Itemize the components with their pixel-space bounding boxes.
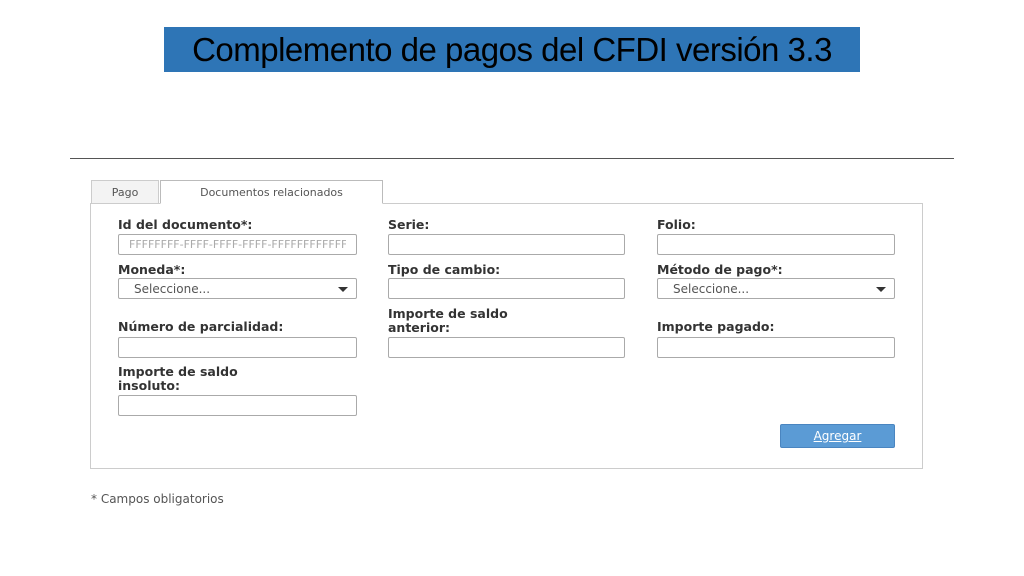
importe-pagado-input[interactable] bbox=[657, 337, 895, 358]
metodo-pago-select[interactable]: Seleccione... bbox=[657, 278, 895, 299]
agregar-button[interactable]: Agregar bbox=[780, 424, 895, 448]
moneda-selected-value: Seleccione... bbox=[134, 281, 211, 296]
moneda-label: Moneda*: bbox=[118, 262, 186, 277]
id-documento-label: Id del documento*: bbox=[118, 217, 253, 232]
tipo-cambio-label: Tipo de cambio: bbox=[388, 262, 501, 277]
importe-pagado-label: Importe pagado: bbox=[657, 319, 775, 334]
chevron-down-icon bbox=[338, 287, 348, 292]
saldo-anterior-label-line2: anterior: bbox=[388, 320, 450, 335]
folio-label: Folio: bbox=[657, 217, 696, 232]
folio-input[interactable] bbox=[657, 234, 895, 255]
saldo-insoluto-label-line1: Importe de saldo bbox=[118, 364, 238, 379]
id-documento-input[interactable] bbox=[118, 234, 357, 255]
tipo-cambio-input[interactable] bbox=[388, 278, 625, 299]
divider-line bbox=[70, 158, 954, 159]
saldo-anterior-label-line1: Importe de saldo bbox=[388, 306, 508, 321]
chevron-down-icon bbox=[876, 287, 886, 292]
metodo-pago-label: Método de pago*: bbox=[657, 262, 783, 277]
slide-title: Complemento de pagos del CFDI versión 3.… bbox=[192, 30, 832, 68]
saldo-insoluto-label: Importe de saldo insoluto: bbox=[118, 365, 348, 393]
serie-input[interactable] bbox=[388, 234, 625, 255]
saldo-insoluto-label-line2: insoluto: bbox=[118, 378, 180, 393]
tab-documentos-relacionados[interactable]: Documentos relacionados bbox=[160, 180, 383, 204]
tab-pago[interactable]: Pago bbox=[91, 180, 159, 204]
saldo-anterior-label: Importe de saldo anterior: bbox=[388, 307, 618, 335]
saldo-anterior-input[interactable] bbox=[388, 337, 625, 358]
moneda-select[interactable]: Seleccione... bbox=[118, 278, 357, 299]
num-parcialidad-input[interactable] bbox=[118, 337, 357, 358]
serie-label: Serie: bbox=[388, 217, 430, 232]
metodo-pago-selected-value: Seleccione... bbox=[673, 281, 750, 296]
num-parcialidad-label: Número de parcialidad: bbox=[118, 319, 284, 334]
saldo-insoluto-input[interactable] bbox=[118, 395, 357, 416]
title-banner: Complemento de pagos del CFDI versión 3.… bbox=[164, 27, 860, 72]
required-fields-note: * Campos obligatorios bbox=[91, 492, 224, 506]
